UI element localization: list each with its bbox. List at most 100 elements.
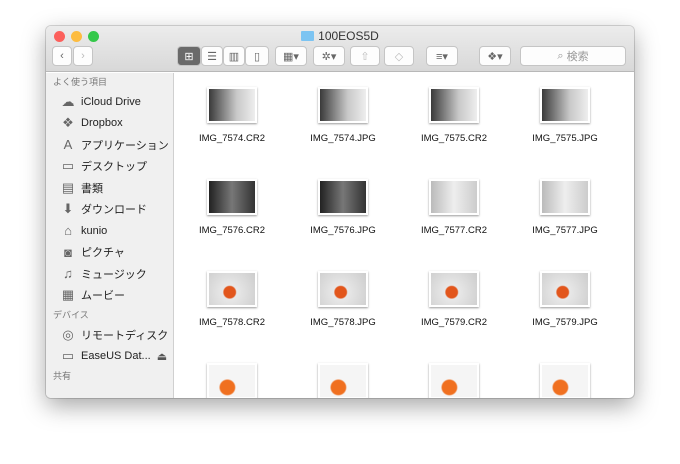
file-item[interactable]: IMG_7576.CR2	[177, 179, 287, 236]
applications-icon: A	[63, 137, 73, 153]
sidebar-item[interactable]: ☁ iCloud Drive	[46, 91, 173, 113]
file-name: IMG_7579.CR2	[420, 317, 487, 328]
image-thumbnail	[207, 179, 257, 215]
sidebar-item-label: ミュージック	[81, 268, 147, 281]
sidebar-item-label: ピクチャ	[81, 247, 125, 260]
titlebar: 100EOS5D ‹ › ⊞ ☰ ▥ ▯ ▦▾ ✲▾ ⇧ ◇ ≡▾ ❖▾ ⌕ 検…	[46, 26, 634, 72]
eject-icon[interactable]: ⏏	[157, 350, 167, 363]
sidebar-item[interactable]: ▦ ムービー	[46, 285, 173, 307]
file-item[interactable]	[510, 363, 620, 398]
image-thumbnail	[318, 179, 368, 215]
sidebar-item-label: リモートディスク	[81, 329, 169, 342]
desktop-icon: ▭	[61, 158, 75, 174]
action-gear-button[interactable]: ✲▾	[313, 46, 345, 66]
dropbox-button[interactable]: ❖▾	[479, 46, 511, 66]
sidebar-section-header: デバイス	[53, 310, 89, 320]
file-name: IMG_7579.JPG	[532, 317, 598, 328]
disc-icon: ◎	[62, 326, 74, 342]
drive-icon: ▭	[61, 348, 75, 364]
file-name: IMG_7578.CR2	[198, 317, 265, 328]
file-name: IMG_7575.JPG	[532, 133, 598, 144]
sidebar-item[interactable]: ◙ ピクチャ	[46, 242, 173, 264]
file-name: IMG_7576.CR2	[198, 225, 265, 236]
file-item[interactable]: IMG_7579.CR2	[399, 271, 509, 328]
cloud-icon: ☁	[61, 93, 75, 109]
back-button[interactable]: ‹	[52, 46, 72, 66]
file-item[interactable]: IMG_7574.CR2	[177, 87, 287, 144]
sidebar-item[interactable]: ◎ リモートディスク	[46, 324, 173, 346]
sidebar-item[interactable]: ▭ EaseUS Dat... ⏏	[46, 346, 173, 368]
music-icon: ♫	[63, 266, 73, 282]
file-item[interactable]: IMG_7574.JPG	[288, 87, 398, 144]
file-item[interactable]: IMG_7578.JPG	[288, 271, 398, 328]
share-button[interactable]: ⇧	[350, 46, 380, 66]
file-grid: IMG_7574.CR2 IMG_7574.JPG IMG_7575.CR2 IMG_…	[175, 73, 634, 398]
image-thumbnail	[540, 363, 590, 398]
folder-icon	[301, 31, 315, 41]
file-name: IMG_7578.JPG	[310, 317, 376, 328]
camera-icon: ◙	[64, 244, 72, 260]
file-name: IMG_7574.JPG	[310, 133, 376, 144]
file-item[interactable]	[177, 363, 287, 398]
sidebar-section-header: よく使う項目	[53, 77, 108, 87]
search-placeholder: 検索	[566, 51, 589, 63]
sidebar-item-label: デスクトップ	[81, 161, 147, 174]
forward-button[interactable]: ›	[73, 46, 93, 66]
file-name: IMG_7575.CR2	[420, 133, 487, 144]
sidebar-item[interactable]: ❖ Dropbox	[46, 113, 173, 135]
file-item[interactable]: IMG_7577.JPG	[510, 179, 620, 236]
file-item[interactable]: IMG_7579.JPG	[510, 271, 620, 328]
sidebar: よく使う項目 ☁ iCloud Drive ❖ Dropbox A アプリケーション ▭ デスク…	[46, 73, 174, 398]
sidebar-item[interactable]: ⌂ kunio	[46, 220, 173, 242]
sort-button[interactable]: ≡▾	[426, 46, 458, 66]
sidebar-item-label: アプリケーション	[81, 139, 169, 152]
file-item[interactable]: IMG_7576.JPG	[288, 179, 398, 236]
image-thumbnail	[207, 363, 257, 398]
image-thumbnail	[540, 179, 590, 215]
file-name: IMG_7577.JPG	[532, 225, 598, 236]
image-thumbnail	[318, 271, 368, 307]
sidebar-item[interactable]: ▤ 書類	[46, 177, 173, 199]
image-thumbnail	[429, 271, 479, 307]
sidebar-item-label: Dropbox	[81, 117, 123, 130]
file-item[interactable]: IMG_7575.JPG	[510, 87, 620, 144]
documents-icon: ▤	[61, 179, 75, 195]
sidebar-item-label: EaseUS Dat...	[81, 350, 151, 363]
file-name: IMG_7576.JPG	[310, 225, 376, 236]
title-text: 100EOS5D	[318, 29, 379, 43]
file-item[interactable]: IMG_7575.CR2	[399, 87, 509, 144]
column-view-button[interactable]: ▥	[223, 46, 245, 66]
film-icon: ▦	[61, 287, 75, 303]
search-icon: ⌕	[557, 49, 567, 62]
sidebar-item[interactable]: ▭ デスクトップ	[46, 156, 173, 178]
image-thumbnail	[318, 363, 368, 398]
sidebar-item[interactable]: A アプリケーション	[46, 134, 173, 156]
arrange-button[interactable]: ▦▾	[275, 46, 307, 66]
list-view-button[interactable]: ☰	[201, 46, 223, 66]
image-thumbnail	[429, 179, 479, 215]
image-thumbnail	[207, 87, 257, 123]
dropbox-icon: ❖	[62, 115, 74, 131]
image-thumbnail	[429, 87, 479, 123]
file-item[interactable]: IMG_7578.CR2	[177, 271, 287, 328]
coverflow-view-button[interactable]: ▯	[245, 46, 269, 66]
sidebar-item[interactable]: ♫ ミュージック	[46, 263, 173, 285]
sidebar-item-label: ダウンロード	[81, 204, 147, 217]
sidebar-item[interactable]: ⬇ ダウンロード	[46, 199, 173, 221]
file-name: IMG_7574.CR2	[198, 133, 265, 144]
sidebar-item-label: kunio	[81, 224, 108, 237]
file-item[interactable]: IMG_7577.CR2	[399, 179, 509, 236]
tag-button[interactable]: ◇	[384, 46, 414, 66]
download-icon: ⬇	[62, 201, 74, 217]
sidebar-item-label: iCloud Drive	[81, 95, 141, 108]
image-thumbnail	[207, 271, 257, 307]
file-item[interactable]	[288, 363, 398, 398]
home-icon: ⌂	[64, 223, 72, 239]
sidebar-item-label: 書類	[81, 182, 103, 195]
search-field[interactable]: ⌕ 検索	[520, 46, 626, 66]
file-item[interactable]	[399, 363, 509, 398]
sidebar-section-header: 共有	[53, 371, 72, 381]
icon-view-button[interactable]: ⊞	[177, 46, 201, 66]
window-title: 100EOS5D	[46, 29, 634, 43]
finder-window: 100EOS5D ‹ › ⊞ ☰ ▥ ▯ ▦▾ ✲▾ ⇧ ◇ ≡▾ ❖▾ ⌕ 検…	[46, 26, 634, 398]
